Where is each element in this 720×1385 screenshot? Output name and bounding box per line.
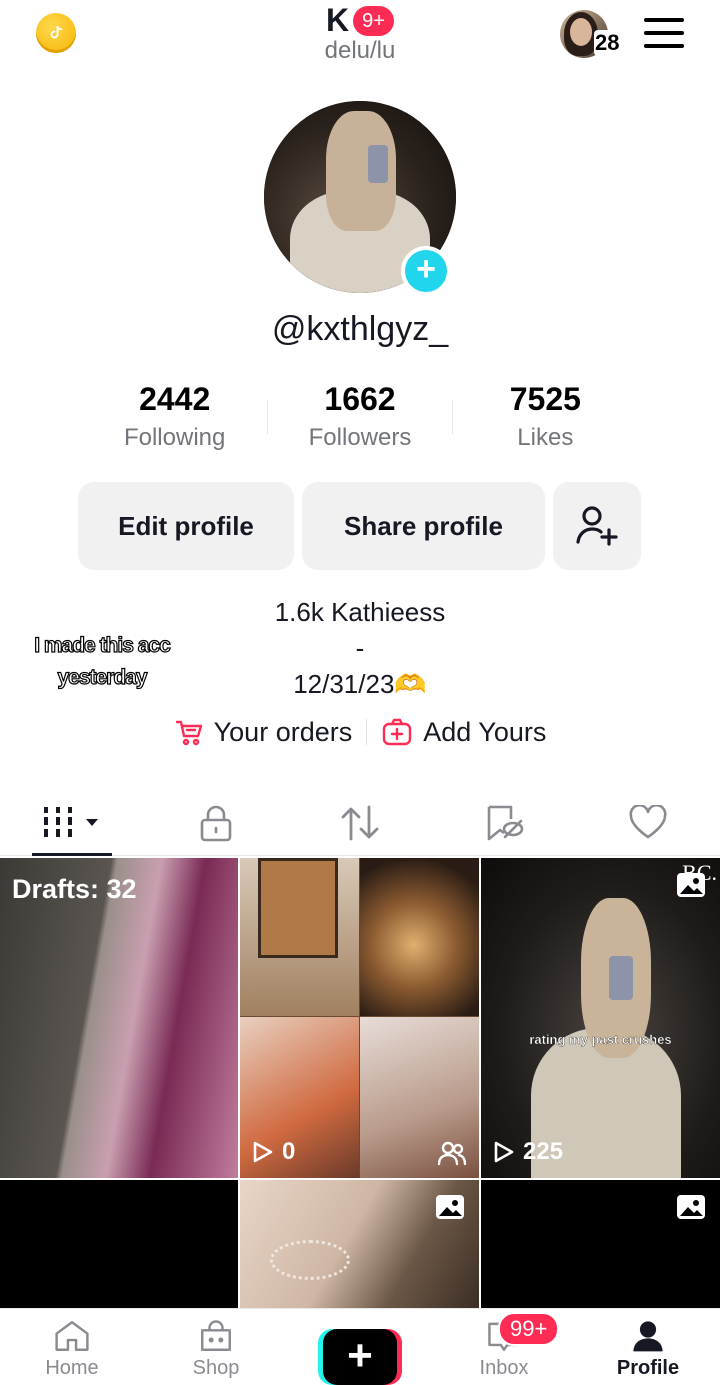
nav-profile-label: Profile [616, 1357, 680, 1379]
friends-icon [437, 1141, 467, 1166]
photo-icon [677, 1195, 705, 1219]
tab-videos[interactable] [0, 790, 144, 856]
following-count: 2442 [139, 381, 211, 417]
stat-followers[interactable]: 1662 Followers [267, 378, 452, 462]
photo-icon [436, 1195, 464, 1219]
video-tile[interactable] [0, 1180, 238, 1308]
stat-divider [267, 400, 268, 434]
video-tile[interactable] [481, 1180, 720, 1308]
link-divider [366, 719, 368, 745]
nav-create[interactable]: + [288, 1309, 432, 1385]
bottom-nav: Home Shop + Inbox Profile [0, 1308, 720, 1385]
profile-icon [633, 1321, 663, 1352]
cart-icon [175, 720, 202, 746]
play-icon [253, 1141, 273, 1163]
nav-inbox-label: Inbox [479, 1357, 529, 1379]
drafts-label: Drafts: 32 [12, 874, 137, 904]
inbox-badge: 99+ [498, 1312, 560, 1346]
video-grid: Drafts: 32 0 rating my past crushes BC. … [0, 858, 720, 1308]
bookmark-hidden-icon [487, 805, 524, 840]
add-story-button[interactable]: + [401, 246, 451, 296]
sticker-line: yesterday [57, 665, 148, 689]
heart-icon [629, 804, 667, 838]
followers-count: 1662 [324, 381, 396, 417]
profile-links: Your orders Add Yours [0, 716, 720, 748]
likes-label: Likes [517, 424, 574, 451]
text-sticker: I made this acc yesterday [18, 630, 186, 694]
add-friend-button[interactable] [553, 482, 641, 570]
account-name: K [326, 2, 350, 38]
following-label: Following [123, 424, 226, 451]
drafts-tile[interactable]: Drafts: 32 [0, 858, 238, 1178]
add-yours-label: Add Yours [423, 716, 547, 747]
nav-shop[interactable]: Shop [144, 1309, 288, 1380]
play-icon [494, 1141, 514, 1163]
lock-icon [200, 805, 232, 841]
video-tile[interactable] [240, 1180, 479, 1308]
home-icon [55, 1321, 89, 1351]
photo-icon [677, 873, 705, 897]
profile-stats: 2442 Following 1662 Followers 7525 Likes [82, 378, 638, 462]
video-caption: rating my past crushes [529, 1032, 672, 1047]
sticker-line: I made this acc [34, 633, 172, 657]
nav-home-label: Home [45, 1357, 99, 1379]
your-orders-link[interactable]: Your orders [174, 716, 353, 748]
stat-divider [452, 400, 453, 434]
shop-icon [201, 1320, 231, 1351]
view-count: 225 [493, 1138, 563, 1166]
grid-icon [44, 806, 98, 837]
your-orders-label: Your orders [213, 716, 353, 747]
profile-username: @kxthlgyz_ [271, 310, 449, 348]
tab-favorites[interactable] [432, 790, 576, 855]
menu-icon[interactable] [644, 18, 684, 48]
friend-count: 28 [594, 30, 621, 56]
likes-count: 7525 [509, 381, 581, 417]
content-tabs [0, 790, 720, 856]
add-yours-link[interactable]: Add Yours [381, 716, 546, 748]
repost-icon [341, 805, 379, 840]
view-count: 0 [252, 1138, 295, 1166]
stat-likes[interactable]: 7525 Likes [453, 378, 638, 462]
add-yours-icon [383, 718, 412, 746]
followers-label: Followers [308, 424, 412, 451]
bio-line: 1.6k Kathieess [274, 597, 446, 627]
active-tab-indicator [32, 853, 112, 856]
plus-icon: + [323, 1329, 397, 1385]
nav-profile[interactable]: Profile [576, 1309, 720, 1380]
add-user-icon [576, 506, 618, 546]
view-count-value: 0 [282, 1138, 296, 1165]
create-button[interactable]: + [318, 1329, 402, 1385]
share-profile-button[interactable]: Share profile [302, 482, 545, 570]
notification-badge: 9+ [353, 5, 394, 36]
video-tile[interactable]: 0 [240, 858, 479, 1178]
edit-profile-button[interactable]: Edit profile [78, 482, 294, 570]
stat-following[interactable]: 2442 Following [82, 378, 267, 462]
view-count-value: 225 [523, 1138, 564, 1165]
video-tile[interactable]: rating my past crushes BC. 225 [481, 858, 720, 1178]
tab-liked[interactable] [576, 790, 720, 855]
tab-private[interactable] [144, 790, 288, 855]
tab-reposts[interactable] [288, 790, 432, 855]
nav-shop-label: Shop [192, 1357, 240, 1379]
nav-home[interactable]: Home [0, 1309, 144, 1380]
